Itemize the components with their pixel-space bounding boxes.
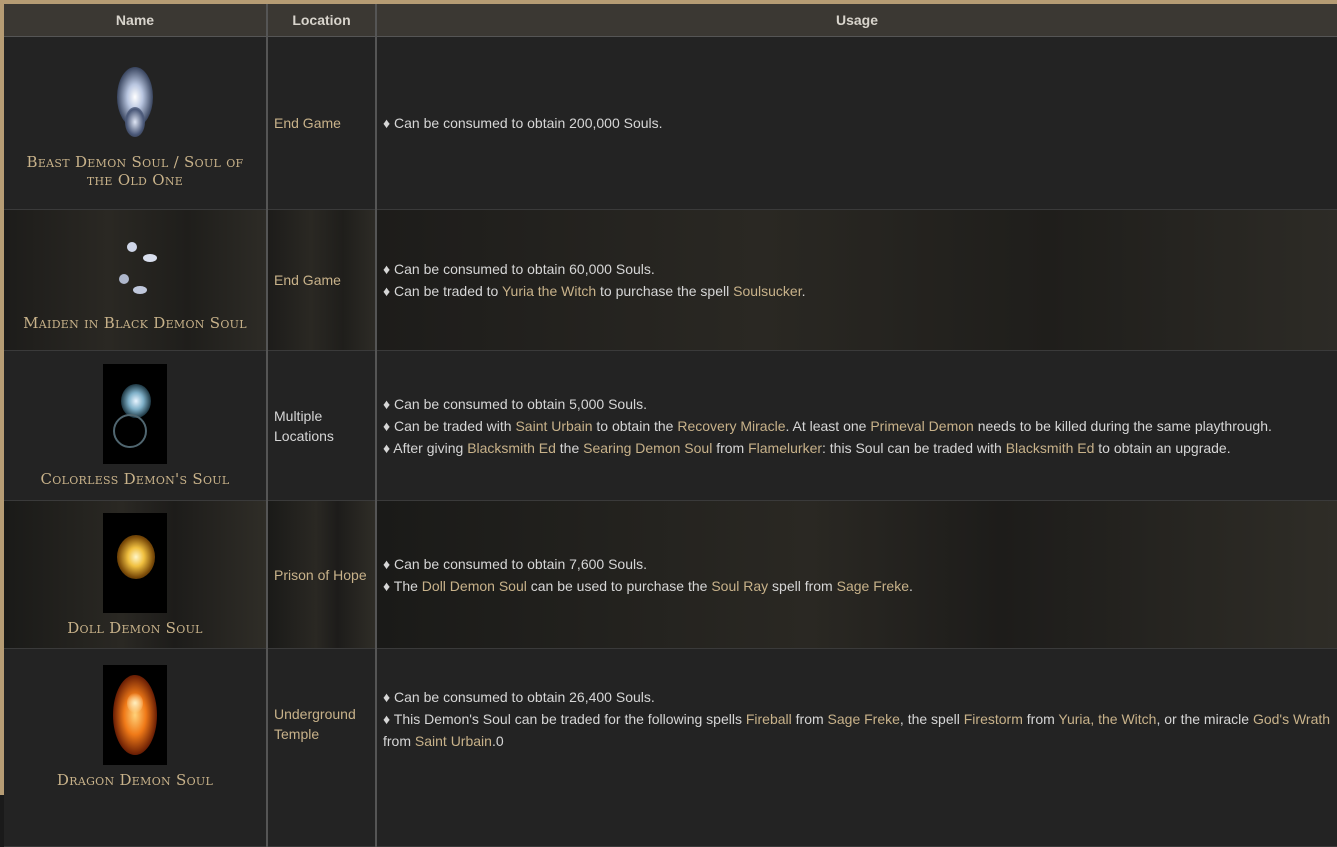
usage-text: ♦ Can be traded with — [383, 417, 516, 434]
usage-link[interactable]: Sage Freke — [828, 711, 900, 727]
usage-text: ♦ Can be consumed to obtain 26,400 Souls… — [383, 689, 655, 705]
usage-text: , or the miracle — [1156, 711, 1253, 727]
usage-link[interactable]: Blacksmith Ed — [1006, 440, 1095, 456]
usage-text: . At least one — [785, 417, 871, 434]
usage-text: ♦ Can be consumed to obtain 5,000 Souls. — [383, 395, 647, 412]
usage-text: ♦ Can be consumed to obtain 200,000 Soul… — [383, 115, 663, 131]
usage-text: needs to be killed during the same playt… — [973, 417, 1272, 434]
usage-line: ♦ Can be consumed to obtain 5,000 Souls. — [383, 393, 1331, 415]
usage-text: ♦ Can be consumed to obtain 7,600 Souls. — [383, 555, 647, 572]
location-cell[interactable]: Underground Temple — [267, 648, 377, 847]
usage-link[interactable]: Saint Urbain — [515, 418, 592, 434]
usage-link[interactable]: Yuria, the Witch — [1058, 711, 1156, 727]
usage-link[interactable]: Saint Urbain — [415, 733, 492, 749]
usage-link[interactable]: Sage Freke — [837, 578, 909, 594]
usage-link[interactable]: Searing Demon Soul — [583, 440, 712, 456]
colorless-soul-icon[interactable] — [103, 363, 167, 464]
usage-link[interactable]: God's Wrath — [1253, 711, 1330, 727]
usage-link[interactable]: Soulsucker — [733, 283, 801, 299]
usage-link[interactable]: Blacksmith Ed — [467, 440, 556, 456]
name-cell: Beast Demon Soul / Soul of the Old One — [4, 36, 268, 210]
usage-text: ♦ Can be traded to — [383, 283, 502, 299]
usage-line: from Saint Urbain.0 — [383, 730, 1331, 752]
crescent-soul-icon[interactable] — [95, 228, 175, 308]
item-name-link[interactable]: Doll Demon Soul — [4, 619, 266, 637]
table-row: Dragon Demon Soul Underground Temple ♦ C… — [4, 648, 1337, 847]
table-header-row: Name Location Usage — [4, 4, 1337, 37]
item-name-link[interactable]: Beast Demon Soul / Soul of the Old One — [4, 153, 266, 189]
usage-text: to obtain the — [592, 417, 678, 434]
location-cell: Multiple Locations — [267, 350, 377, 501]
usage-line: ♦ Can be traded to Yuria the Witch to pu… — [383, 280, 1331, 302]
table-row: Maiden in Black Demon Soul End Game ♦ Ca… — [4, 209, 1337, 351]
usage-cell: ♦ Can be consumed to obtain 7,600 Souls.… — [376, 500, 1337, 649]
usage-line: ♦ The Doll Demon Soul can be used to pur… — [383, 575, 1331, 597]
header-location[interactable]: Location — [267, 4, 377, 37]
souls-table-frame: Name Location Usage Beast Demon Soul / S… — [0, 0, 1337, 847]
usage-link[interactable]: Yuria the Witch — [502, 283, 596, 299]
usage-text: to obtain an upgrade. — [1094, 439, 1231, 456]
usage-text: to purchase the spell — [596, 283, 734, 299]
usage-text: : this Soul can be traded with — [822, 439, 1006, 456]
usage-link[interactable]: Firestorm — [964, 711, 1023, 727]
name-cell: Colorless Demon's Soul — [4, 350, 268, 501]
usage-text: , the spell — [899, 711, 964, 727]
table-row: Beast Demon Soul / Soul of the Old One E… — [4, 36, 1337, 210]
golden-soul-icon[interactable] — [103, 512, 167, 613]
usage-text: the — [555, 439, 584, 456]
usage-text: spell from — [768, 577, 837, 594]
usage-text: . — [908, 577, 913, 594]
table-row: Colorless Demon's Soul Multiple Location… — [4, 350, 1337, 501]
usage-cell: ♦ Can be consumed to obtain 26,400 Souls… — [376, 648, 1337, 847]
usage-text: ♦ The — [383, 577, 422, 594]
table-row: Doll Demon Soul Prison of Hope ♦ Can be … — [4, 500, 1337, 649]
usage-text: .0 — [491, 733, 504, 749]
usage-link[interactable]: Recovery Miracle — [677, 418, 785, 434]
header-name[interactable]: Name — [4, 4, 268, 37]
usage-link[interactable]: Doll Demon Soul — [422, 578, 527, 594]
usage-text: . — [801, 283, 806, 299]
usage-line: ♦ Can be consumed to obtain 60,000 Souls… — [383, 258, 1331, 280]
location-cell[interactable]: End Game — [267, 209, 377, 351]
usage-line: ♦ This Demon's Soul can be traded for th… — [383, 708, 1331, 730]
item-name-link[interactable]: Maiden in Black Demon Soul — [4, 314, 266, 332]
demon-souls-table: Name Location Usage Beast Demon Soul / S… — [4, 4, 1337, 847]
usage-line: ♦ Can be consumed to obtain 200,000 Soul… — [383, 112, 1331, 134]
usage-cell: ♦ Can be consumed to obtain 5,000 Souls.… — [376, 350, 1337, 501]
white-soul-icon[interactable] — [95, 57, 175, 147]
usage-cell: ♦ Can be consumed to obtain 60,000 Souls… — [376, 209, 1337, 351]
item-name-link[interactable]: Colorless Demon's Soul — [4, 470, 266, 488]
fire-soul-icon[interactable] — [103, 665, 167, 765]
usage-link[interactable]: Primeval Demon — [870, 418, 973, 434]
usage-line: ♦ Can be consumed to obtain 26,400 Souls… — [383, 686, 1331, 708]
usage-link[interactable]: Fireball — [746, 711, 792, 727]
location-cell[interactable]: Prison of Hope — [267, 500, 377, 649]
usage-text: from — [1022, 711, 1059, 727]
header-usage[interactable]: Usage — [376, 4, 1337, 37]
usage-line: ♦ After giving Blacksmith Ed the Searing… — [383, 437, 1331, 459]
usage-text: from — [712, 439, 749, 456]
usage-text: ♦ This Demon's Soul can be traded for th… — [383, 711, 746, 727]
item-name-link[interactable]: Dragon Demon Soul — [4, 771, 266, 789]
usage-cell: ♦ Can be consumed to obtain 200,000 Soul… — [376, 36, 1337, 210]
usage-text: ♦ After giving — [383, 439, 468, 456]
location-cell[interactable]: End Game — [267, 36, 377, 210]
name-cell: Maiden in Black Demon Soul — [4, 209, 268, 351]
name-cell: Doll Demon Soul — [4, 500, 268, 649]
usage-text: ♦ Can be consumed to obtain 60,000 Souls… — [383, 261, 655, 277]
usage-link[interactable]: Soul Ray — [711, 578, 768, 594]
usage-link[interactable]: Flamelurker — [748, 440, 822, 456]
name-cell: Dragon Demon Soul — [4, 648, 268, 847]
usage-line: ♦ Can be consumed to obtain 7,600 Souls. — [383, 553, 1331, 575]
usage-text: can be used to purchase the — [526, 577, 712, 594]
usage-text: from — [791, 711, 828, 727]
usage-line: ♦ Can be traded with Saint Urbain to obt… — [383, 415, 1331, 437]
usage-text: from — [383, 733, 415, 749]
